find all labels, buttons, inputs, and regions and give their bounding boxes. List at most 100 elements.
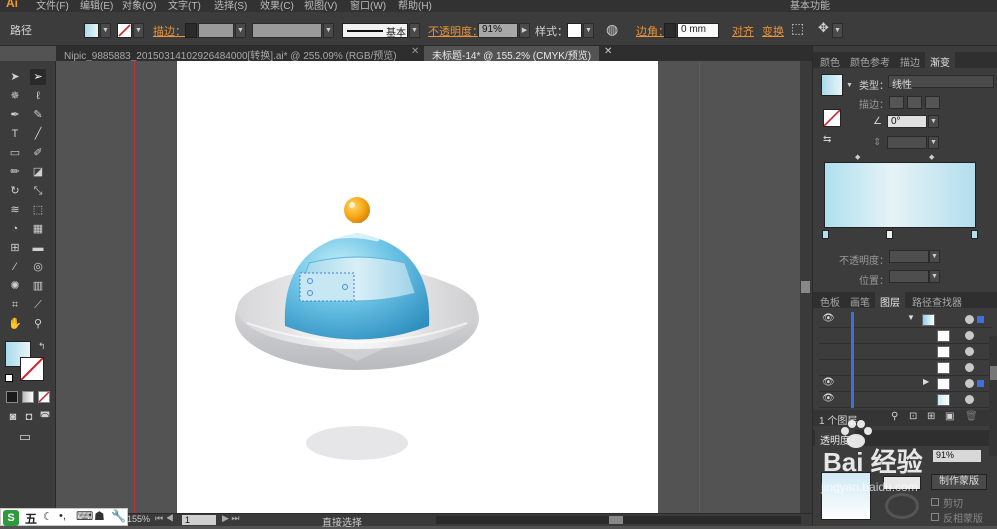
shape-builder-tool-icon[interactable]: ◔ <box>7 221 23 237</box>
vertical-scroll-thumb[interactable] <box>801 281 810 293</box>
pencil-tool-icon[interactable]: ✏ <box>7 164 23 180</box>
target-icon[interactable] <box>965 331 974 340</box>
eyedropper-tool-icon[interactable]: ⁄ <box>7 259 23 275</box>
gradient-stop[interactable] <box>971 230 978 239</box>
gradient-slider[interactable] <box>824 162 976 228</box>
layer-row[interactable] <box>819 328 992 344</box>
corner-stepper[interactable] <box>664 23 676 38</box>
lasso-tool-icon[interactable]: ℓ <box>30 88 46 104</box>
gradient-preview-swatch[interactable] <box>821 74 843 96</box>
chevron-right-icon[interactable]: ▶ <box>923 377 929 386</box>
stroke-along-icon[interactable] <box>907 96 922 109</box>
gradient-tool-icon[interactable]: ▬ <box>30 240 46 256</box>
hand-tool-icon[interactable]: ✋ <box>7 316 23 332</box>
tab-color[interactable]: 颜色 <box>815 52 845 69</box>
stroke-weight-dropdown[interactable]: ▼ <box>235 23 246 38</box>
brush-dropdown[interactable]: ▼ <box>409 23 420 38</box>
scale-tool-icon[interactable]: ⤡ <box>30 183 46 199</box>
isolate-icon[interactable]: ⬚ <box>791 20 804 37</box>
menu-effect[interactable]: 效果(C) <box>260 0 294 12</box>
stroke-dropdown[interactable]: ▼ <box>133 23 144 38</box>
zoom-level[interactable]: 155% <box>127 514 150 524</box>
draw-inside-icon[interactable]: ◚ <box>37 409 53 425</box>
midpoint-diamond[interactable]: ◆ <box>929 153 934 161</box>
symbol-sprayer-tool-icon[interactable]: ✺ <box>7 278 23 294</box>
free-transform-tool-icon[interactable]: ⬚ <box>30 202 46 218</box>
rotate-tool-icon[interactable]: ↻ <box>7 183 23 199</box>
brush-definition[interactable]: 基本 <box>342 23 408 39</box>
arrange-dropdown[interactable]: ▼ <box>832 23 843 38</box>
stroke-weight-stepper[interactable] <box>185 23 197 38</box>
pen-tool-icon[interactable]: ✒ <box>7 107 23 123</box>
draw-behind-icon[interactable]: ◘ <box>21 409 37 425</box>
gradient-stop[interactable] <box>822 230 829 239</box>
canvas-area[interactable] <box>56 61 812 513</box>
graphic-style-swatch[interactable] <box>567 23 582 38</box>
layer-row[interactable] <box>819 360 992 376</box>
recolor-artwork-icon[interactable]: ◍ <box>606 21 618 38</box>
workspace-switcher[interactable]: 基本功能 <box>790 0 830 12</box>
close-icon[interactable]: ✕ <box>604 46 612 57</box>
fill-dropdown[interactable]: ▼ <box>100 23 111 38</box>
target-icon[interactable] <box>965 347 974 356</box>
reverse-gradient-icon[interactable]: ⇆ <box>823 134 831 145</box>
stroke-swatch[interactable] <box>117 23 132 38</box>
blend-tool-icon[interactable]: ◎ <box>30 259 46 275</box>
paintbrush-tool-icon[interactable]: ✐ <box>30 145 46 161</box>
vertical-scrollbar[interactable] <box>800 61 812 513</box>
gradient-preset-dropdown[interactable]: ▼ <box>844 79 855 94</box>
selection-tool-icon[interactable]: ➤ <box>7 69 23 85</box>
menu-window[interactable]: 窗口(W) <box>350 0 386 12</box>
curvature-tool-icon[interactable]: ✎ <box>30 107 46 123</box>
menu-view[interactable]: 视图(V) <box>304 0 337 12</box>
width-tool-icon[interactable]: ≋ <box>7 202 23 218</box>
rectangle-tool-icon[interactable]: ▭ <box>7 145 23 161</box>
horizontal-scrollbar[interactable] <box>436 516 801 524</box>
target-icon[interactable] <box>965 315 974 324</box>
layer-row[interactable] <box>819 344 992 360</box>
fill-swatch[interactable] <box>84 23 99 38</box>
zoom-tool-icon[interactable]: ⚲ <box>30 316 46 332</box>
menu-edit[interactable]: 编辑(E) <box>80 0 113 12</box>
tab-brushes[interactable]: 画笔 <box>845 292 875 309</box>
ufo-artwork[interactable] <box>177 61 658 513</box>
eraser-tool-icon[interactable]: ◪ <box>30 164 46 180</box>
menu-help[interactable]: 帮助(H) <box>398 0 432 12</box>
menu-select[interactable]: 选择(S) <box>214 0 247 12</box>
selection-indicator[interactable] <box>977 316 984 323</box>
invert-mask-checkbox[interactable] <box>931 513 939 521</box>
tab-stroke[interactable]: 描边 <box>895 52 925 69</box>
transform-link[interactable]: 变换 <box>762 23 784 39</box>
midpoint-diamond[interactable]: ◆ <box>855 153 860 161</box>
default-colors-icon[interactable] <box>5 374 13 382</box>
gradient-opacity-field[interactable] <box>889 250 929 263</box>
user-icon[interactable]: ☗ <box>94 509 105 523</box>
perspective-grid-tool-icon[interactable]: ▦ <box>30 221 46 237</box>
layer-row[interactable]: 👁 ▼ <box>819 312 992 328</box>
tab-layers[interactable]: 图层 <box>875 292 905 309</box>
tab-pathfinder[interactable]: 路径查找器 <box>907 292 967 309</box>
target-icon[interactable] <box>965 363 974 372</box>
swap-fill-stroke-icon[interactable]: ↰ <box>38 341 46 352</box>
ime-mode-label[interactable]: 五 <box>25 510 37 527</box>
aspect-ratio-dropdown[interactable]: ▼ <box>928 136 939 149</box>
opacity-label[interactable]: 不透明度： <box>428 23 483 39</box>
stroke-color-swatch[interactable] <box>20 357 44 381</box>
menu-type[interactable]: 文字(T) <box>168 0 201 12</box>
mesh-tool-icon[interactable]: ⊞ <box>7 240 23 256</box>
moon-icon[interactable]: ☾ <box>43 510 53 523</box>
opacity-dropdown[interactable]: ▶ <box>519 23 530 38</box>
column-graph-tool-icon[interactable]: ▥ <box>30 278 46 294</box>
menu-object[interactable]: 对象(O) <box>122 0 156 12</box>
angle-dropdown[interactable]: ▼ <box>928 115 939 128</box>
none-mode-icon[interactable] <box>38 391 50 403</box>
corner-field[interactable]: 0 mm <box>677 23 719 38</box>
keyboard-icon[interactable]: ⌨ <box>76 509 93 523</box>
tab-gradient[interactable]: 渐变 <box>925 52 955 69</box>
gradient-stop[interactable] <box>886 230 893 239</box>
ufo-window-selected[interactable] <box>299 272 355 302</box>
stroke-weight-field[interactable] <box>198 23 234 38</box>
next-artboard-icon[interactable]: ▶ ⏭ <box>222 513 240 524</box>
layer-row[interactable]: 👁 <box>819 392 992 408</box>
variable-width-dropdown[interactable]: ▼ <box>323 23 334 38</box>
